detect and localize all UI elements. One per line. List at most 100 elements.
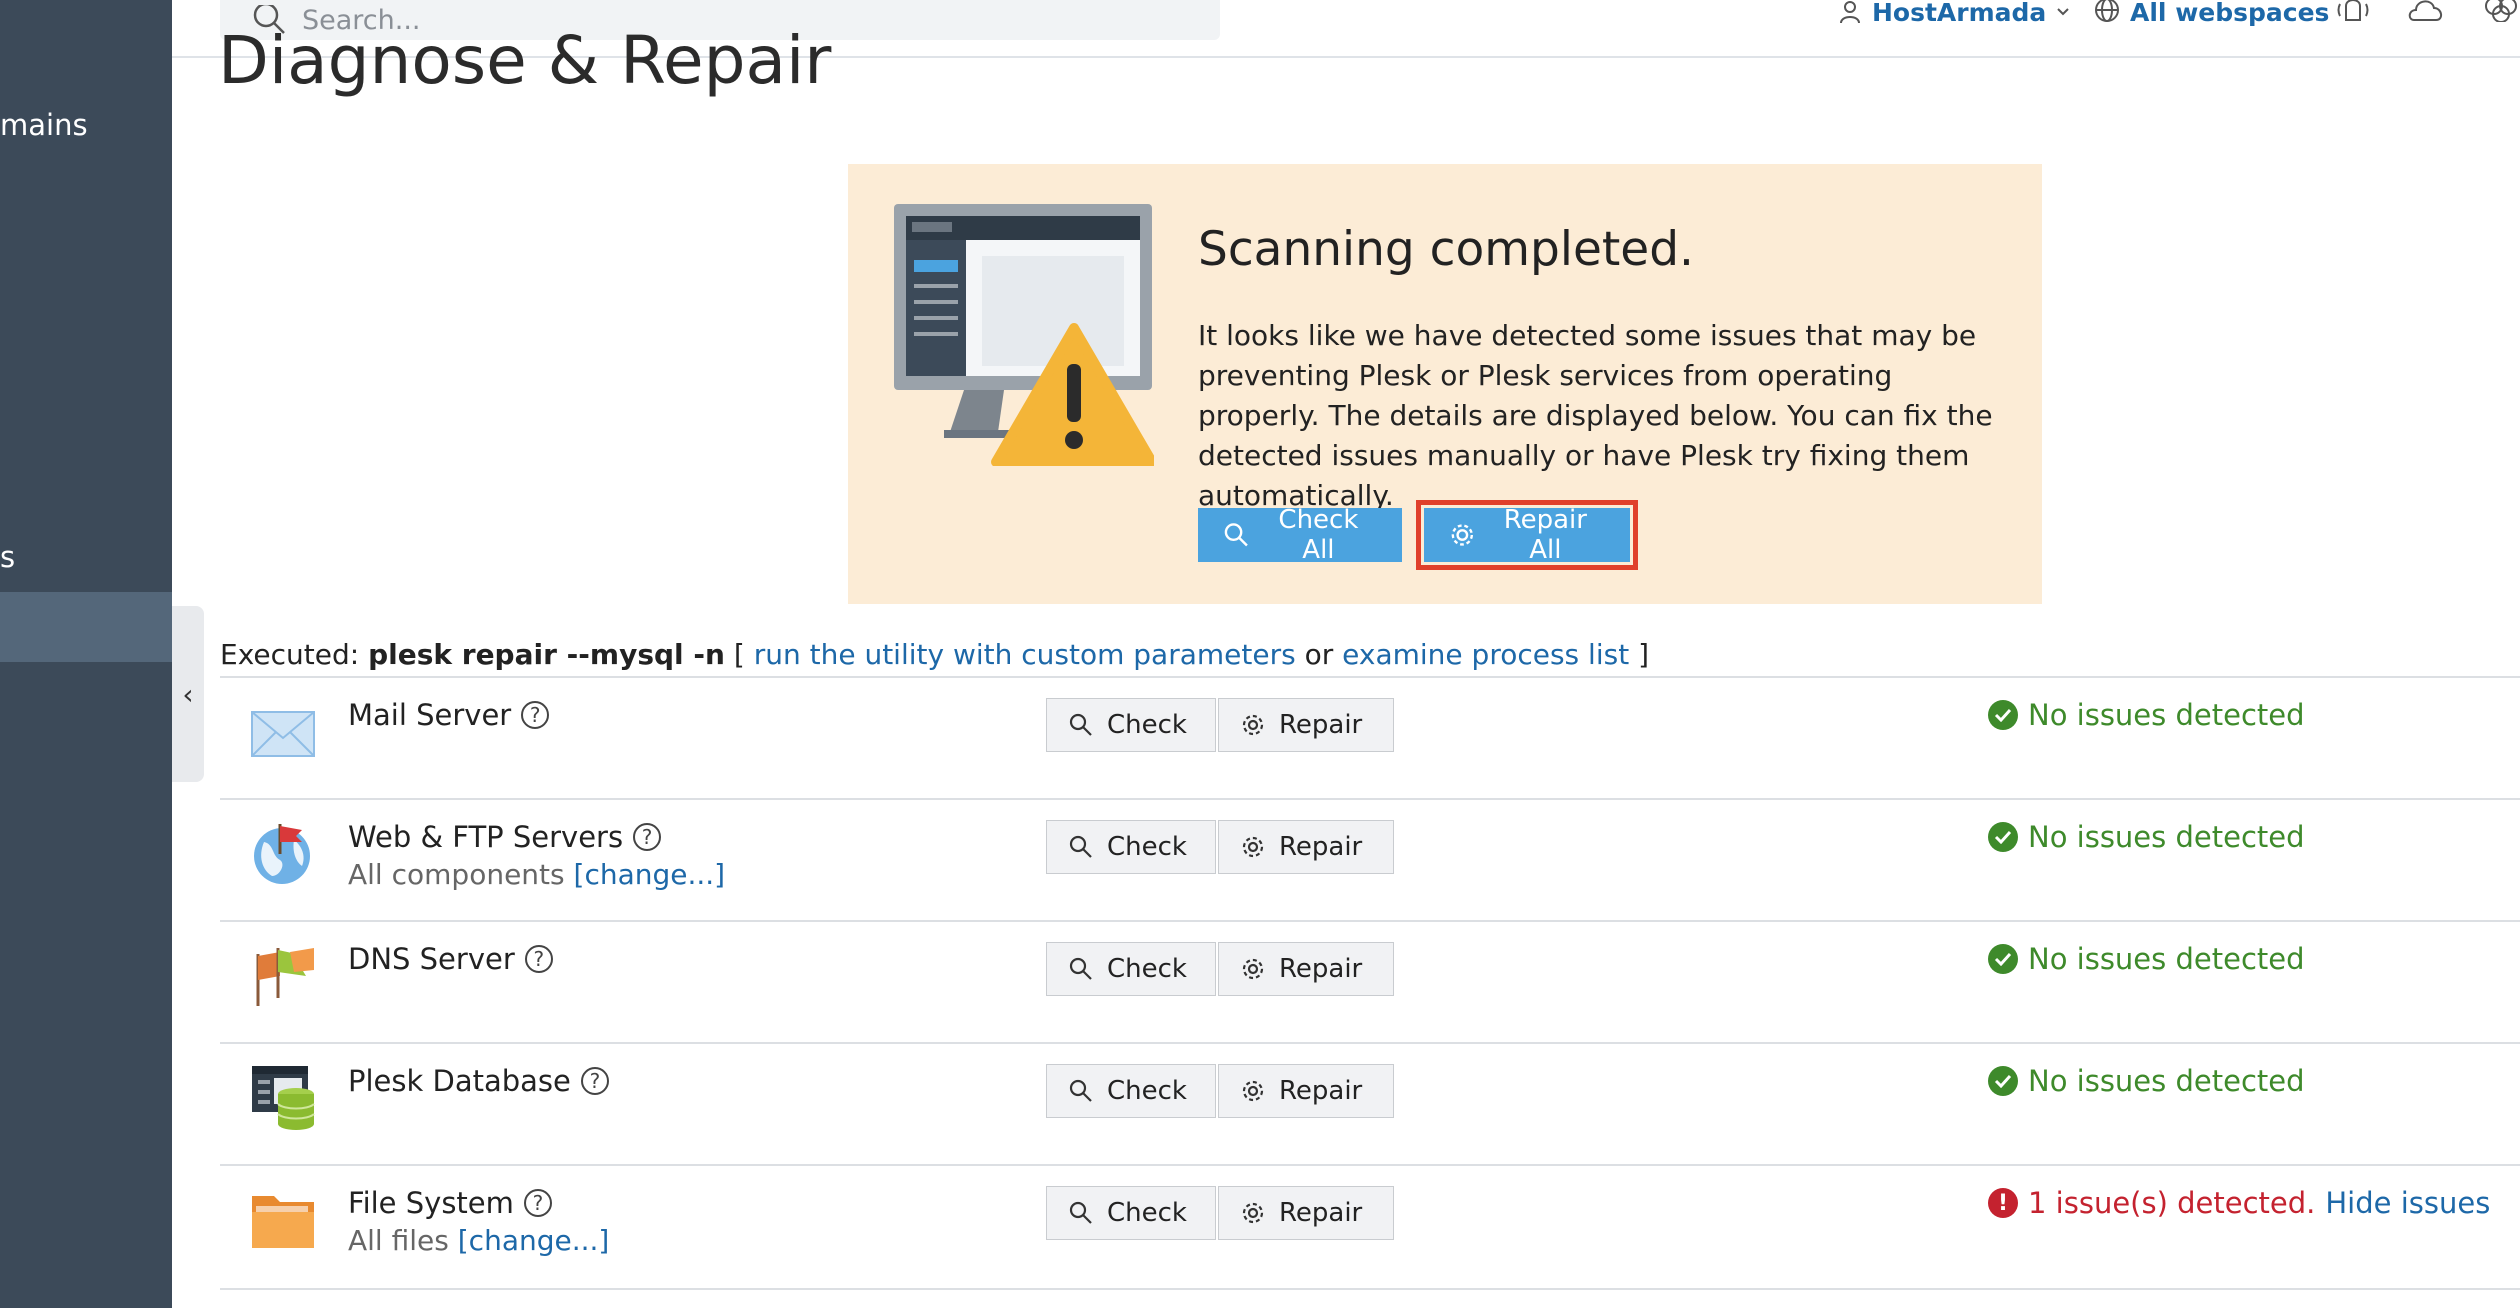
check-button[interactable]: Check bbox=[1046, 698, 1216, 752]
row-subtitle: All files [change...] bbox=[348, 1224, 609, 1257]
executed-prefix: Executed: bbox=[220, 638, 360, 671]
webspaces-menu[interactable]: All webspaces bbox=[2094, 0, 2330, 27]
row-name: Web & FTP Servers ? bbox=[348, 820, 662, 854]
change-link[interactable]: [change...] bbox=[574, 858, 726, 891]
status: No issues detected bbox=[1988, 698, 2305, 732]
scan-message: It looks like we have detected some issu… bbox=[1198, 319, 1993, 512]
database-icon bbox=[252, 1066, 315, 1130]
repair-button[interactable]: Repair bbox=[1218, 1064, 1394, 1118]
chevron-down-icon bbox=[2057, 8, 2070, 16]
cloud-icon[interactable] bbox=[2408, 0, 2444, 22]
scan-title: Scanning completed. bbox=[1198, 222, 1694, 277]
search-icon bbox=[1224, 523, 1248, 547]
row-name-label: Mail Server bbox=[348, 698, 512, 732]
check-button[interactable]: Check bbox=[1046, 820, 1216, 874]
check-all-button[interactable]: Check All bbox=[1198, 505, 1402, 565]
chevron-left-icon: ‹ bbox=[182, 677, 194, 711]
status-text: No issues detected bbox=[2028, 1064, 2305, 1098]
table-row: Plesk Database ? Check Repair No issues … bbox=[220, 1042, 2520, 1166]
repair-button[interactable]: Repair bbox=[1218, 942, 1394, 996]
account-label: HostArmada bbox=[1872, 0, 2047, 27]
repair-label: Repair bbox=[1279, 832, 1363, 862]
table-row: File System ? All files [change...] Chec… bbox=[220, 1164, 2520, 1290]
scan-result-panel: Scanning completed. It looks like we hav… bbox=[848, 164, 2042, 604]
globe-icon bbox=[2095, 0, 2119, 22]
sidebar-collapse-button[interactable]: ‹ bbox=[172, 606, 204, 782]
row-name: File System ? bbox=[348, 1186, 552, 1220]
repair-label: Repair bbox=[1279, 954, 1363, 984]
row-name-label: DNS Server bbox=[348, 942, 515, 976]
check-label: Check bbox=[1107, 832, 1187, 862]
check-circle-icon bbox=[1988, 822, 2018, 852]
check-button[interactable]: Check bbox=[1046, 942, 1216, 996]
repair-button[interactable]: Repair bbox=[1218, 820, 1394, 874]
status-text: 1 issue(s) detected. bbox=[2028, 1186, 2316, 1220]
change-link[interactable]: [change...] bbox=[458, 1224, 610, 1257]
help-icon[interactable]: ? bbox=[523, 1189, 552, 1217]
check-circle-icon bbox=[1988, 944, 2018, 974]
repair-label: Repair bbox=[1279, 1076, 1363, 1106]
check-label: Check bbox=[1107, 1198, 1187, 1228]
row-name: Plesk Database ? bbox=[348, 1064, 609, 1098]
check-all-label: Check All bbox=[1278, 505, 1359, 565]
gear-icon bbox=[1242, 836, 1264, 858]
apps-icon[interactable] bbox=[2482, 0, 2520, 22]
repair-all-highlight bbox=[1416, 500, 1638, 570]
status: No issues detected bbox=[1988, 942, 2305, 976]
bracket-open: [ bbox=[733, 638, 745, 671]
sidebar-item-tools[interactable]: s bbox=[0, 540, 15, 574]
row-name-label: Plesk Database bbox=[348, 1064, 571, 1098]
status: No issues detected bbox=[1988, 1064, 2305, 1098]
hide-issues-link[interactable]: Hide issues bbox=[2325, 1186, 2490, 1220]
check-label: Check bbox=[1107, 954, 1187, 984]
repair-button[interactable]: Repair bbox=[1218, 698, 1394, 752]
monitor-warning-icon bbox=[894, 204, 1154, 466]
search-icon bbox=[1069, 957, 1092, 980]
webspaces-label: All webspaces bbox=[2130, 0, 2330, 27]
or-text: or bbox=[1304, 638, 1334, 671]
row-name-label: File System bbox=[348, 1186, 514, 1220]
help-icon[interactable]: ? bbox=[524, 945, 553, 973]
bracket-close: ] bbox=[1638, 638, 1650, 671]
process-list-link[interactable]: examine process list bbox=[1342, 638, 1629, 671]
status: ! 1 issue(s) detected. Hide issues bbox=[1988, 1186, 2490, 1220]
status: No issues detected bbox=[1988, 820, 2305, 854]
bell-icon[interactable] bbox=[2336, 0, 2370, 22]
sidebar: mains s bbox=[0, 0, 172, 1308]
row-name-label: Web & FTP Servers bbox=[348, 820, 624, 854]
globe-flag-icon bbox=[254, 824, 310, 884]
row-sub-label: All components bbox=[348, 858, 565, 891]
help-icon[interactable]: ? bbox=[521, 701, 550, 729]
repair-button[interactable]: Repair bbox=[1218, 1186, 1394, 1240]
custom-parameters-link[interactable]: run the utility with custom parameters bbox=[754, 638, 1296, 671]
search-icon bbox=[1069, 1201, 1092, 1224]
executed-command: plesk repair --mysql -n bbox=[368, 638, 725, 671]
page-title: Diagnose & Repair bbox=[218, 22, 832, 99]
help-icon[interactable]: ? bbox=[633, 823, 662, 851]
folder-icon bbox=[252, 1196, 314, 1248]
status-text: No issues detected bbox=[2028, 698, 2305, 732]
search-icon bbox=[1069, 835, 1092, 858]
row-subtitle: All components [change...] bbox=[348, 858, 725, 891]
help-icon[interactable]: ? bbox=[580, 1067, 609, 1095]
repair-label: Repair bbox=[1279, 1198, 1363, 1228]
sidebar-item-active[interactable] bbox=[0, 592, 172, 662]
check-button[interactable]: Check bbox=[1046, 1186, 1216, 1240]
table-row: DNS Server ? Check Repair No issues dete… bbox=[220, 920, 2520, 1044]
check-circle-icon bbox=[1988, 1066, 2018, 1096]
account-menu[interactable]: HostArmada bbox=[1838, 0, 2070, 27]
mail-icon bbox=[251, 711, 315, 757]
check-label: Check bbox=[1107, 1076, 1187, 1106]
check-button[interactable]: Check bbox=[1046, 1064, 1216, 1118]
check-circle-icon bbox=[1988, 700, 2018, 730]
executed-command-line: Executed: plesk repair --mysql -n [ run … bbox=[220, 638, 1649, 671]
sidebar-item-domains[interactable]: mains bbox=[0, 108, 88, 142]
row-name: DNS Server ? bbox=[348, 942, 553, 976]
user-icon bbox=[1840, 1, 1860, 24]
gear-icon bbox=[1242, 714, 1264, 736]
table-row: Mail Server ? Check Repair No issues det… bbox=[220, 676, 2520, 800]
status-text: No issues detected bbox=[2028, 942, 2305, 976]
repair-label: Repair bbox=[1279, 710, 1363, 740]
gear-icon bbox=[1242, 958, 1264, 980]
search-icon bbox=[1069, 1079, 1092, 1102]
